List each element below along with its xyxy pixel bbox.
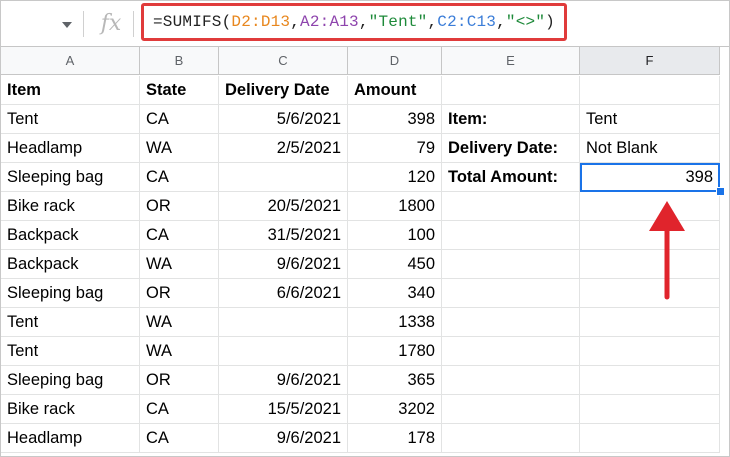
table-cell[interactable]: 20/5/2021 <box>219 192 348 221</box>
column-header-c[interactable]: C <box>219 47 348 75</box>
empty-cell[interactable] <box>442 279 580 308</box>
table-cell[interactable]: Sleeping bag <box>1 366 140 395</box>
table-cell[interactable]: OR <box>140 366 219 395</box>
table-cell[interactable]: CA <box>140 395 219 424</box>
table-cell[interactable]: 450 <box>348 250 442 279</box>
column-header-e[interactable]: E <box>442 47 580 75</box>
table-cell[interactable]: WA <box>140 337 219 366</box>
empty-cell[interactable] <box>580 308 720 337</box>
table-cell[interactable]: 3202 <box>348 395 442 424</box>
table-cell[interactable]: OR <box>140 192 219 221</box>
name-box-dropdown[interactable] <box>59 17 75 33</box>
table-cell[interactable]: 6/6/2021 <box>219 279 348 308</box>
table-cell[interactable]: 9/6/2021 <box>219 250 348 279</box>
table-cell[interactable]: 9/6/2021 <box>219 366 348 395</box>
table-cell[interactable]: WA <box>140 134 219 163</box>
table-cell[interactable]: 1800 <box>348 192 442 221</box>
formula-bar-divider-2 <box>133 11 134 37</box>
table-cell[interactable]: OR <box>140 279 219 308</box>
table-cell[interactable]: Headlamp <box>1 424 140 453</box>
table-cell[interactable]: Tent <box>1 105 140 134</box>
column-header-a[interactable]: A <box>1 47 140 75</box>
table-cell[interactable]: 120 <box>348 163 442 192</box>
table-cell[interactable]: 1338 <box>348 308 442 337</box>
table-cell[interactable]: 15/5/2021 <box>219 395 348 424</box>
table-cell[interactable] <box>219 163 348 192</box>
table-cell[interactable]: 365 <box>348 366 442 395</box>
fill-handle[interactable] <box>716 187 725 196</box>
empty-cell[interactable] <box>580 76 720 105</box>
table-cell[interactable]: CA <box>140 105 219 134</box>
table-cell[interactable]: WA <box>140 308 219 337</box>
table-cell[interactable]: Sleeping bag <box>1 279 140 308</box>
empty-cell[interactable] <box>442 308 580 337</box>
table-cell[interactable]: Headlamp <box>1 134 140 163</box>
table-cell[interactable]: Backpack <box>1 250 140 279</box>
table-cell[interactable]: CA <box>140 424 219 453</box>
criteria-label[interactable]: Delivery Date: <box>442 134 580 163</box>
table-cell[interactable]: 31/5/2021 <box>219 221 348 250</box>
column-header-b[interactable]: B <box>140 47 219 75</box>
table-cell[interactable]: 398 <box>348 105 442 134</box>
fx-icon: fx <box>100 10 122 36</box>
column-header-d[interactable]: D <box>348 47 442 75</box>
table-cell[interactable]: CA <box>140 163 219 192</box>
formula-bar-divider <box>83 11 84 37</box>
empty-cell[interactable] <box>442 366 580 395</box>
column-header-f[interactable]: F <box>580 47 720 75</box>
table-cell[interactable] <box>219 337 348 366</box>
table-cell[interactable]: 2/5/2021 <box>219 134 348 163</box>
table-cell[interactable]: Tent <box>1 308 140 337</box>
table-cell[interactable]: Tent <box>1 337 140 366</box>
table-cell[interactable]: 100 <box>348 221 442 250</box>
table-cell[interactable]: 340 <box>348 279 442 308</box>
header-cell[interactable]: Item <box>1 76 140 105</box>
empty-cell[interactable] <box>442 337 580 366</box>
table-cell[interactable]: Backpack <box>1 221 140 250</box>
total-amount-cell[interactable]: 398 <box>580 163 720 192</box>
table-cell[interactable]: 79 <box>348 134 442 163</box>
criteria-label[interactable]: Item: <box>442 105 580 134</box>
table-cell[interactable]: 9/6/2021 <box>219 424 348 453</box>
empty-cell[interactable] <box>442 250 580 279</box>
criteria-label[interactable]: Total Amount: <box>442 163 580 192</box>
empty-cell[interactable] <box>580 395 720 424</box>
empty-cell[interactable] <box>580 366 720 395</box>
table-cell[interactable]: CA <box>140 221 219 250</box>
formula-highlight-box <box>141 3 567 41</box>
table-cell[interactable]: 5/6/2021 <box>219 105 348 134</box>
spreadsheet-window: fx =SUMIFS(D2:D13,A2:A13,"Tent",C2:C13,"… <box>0 0 730 457</box>
empty-cell[interactable] <box>442 424 580 453</box>
empty-cell[interactable] <box>580 337 720 366</box>
header-cell[interactable]: Delivery Date <box>219 76 348 105</box>
empty-cell[interactable] <box>442 76 580 105</box>
caret-down-icon <box>62 22 72 28</box>
formula-bar: fx =SUMIFS(D2:D13,A2:A13,"Tent",C2:C13,"… <box>1 1 729 47</box>
empty-cell[interactable] <box>580 424 720 453</box>
criteria-value[interactable]: Tent <box>580 105 720 134</box>
header-cell[interactable]: State <box>140 76 219 105</box>
criteria-value[interactable]: Not Blank <box>580 134 720 163</box>
empty-cell[interactable] <box>442 395 580 424</box>
empty-cell[interactable] <box>442 221 580 250</box>
table-cell[interactable]: 1780 <box>348 337 442 366</box>
table-cell[interactable]: Bike rack <box>1 395 140 424</box>
table-cell[interactable]: Sleeping bag <box>1 163 140 192</box>
table-cell[interactable]: WA <box>140 250 219 279</box>
header-cell[interactable]: Amount <box>348 76 442 105</box>
red-arrow-annotation <box>649 201 685 300</box>
table-cell[interactable]: Bike rack <box>1 192 140 221</box>
table-cell[interactable]: 178 <box>348 424 442 453</box>
table-cell[interactable] <box>219 308 348 337</box>
empty-cell[interactable] <box>442 192 580 221</box>
